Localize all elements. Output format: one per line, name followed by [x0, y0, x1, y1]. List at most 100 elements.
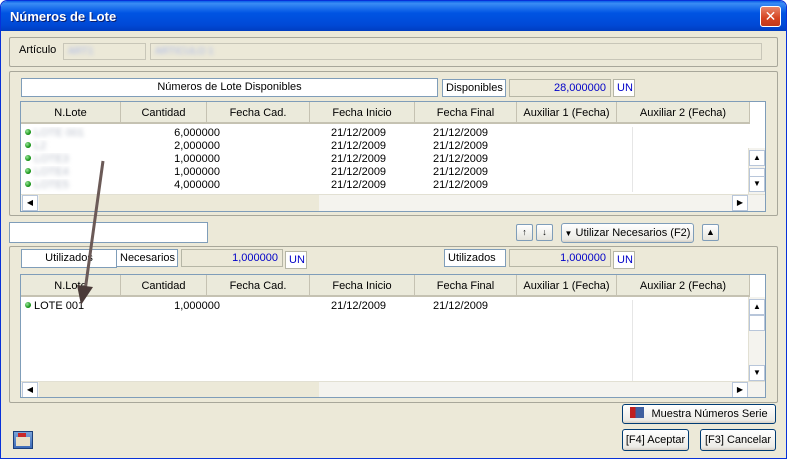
scroll-up-icon[interactable]: ▲ — [749, 150, 765, 166]
disponibles-label-text: Disponibles — [446, 82, 503, 94]
col-fecha-inicio[interactable]: Fecha Inicio — [310, 275, 415, 297]
used-vertical-scrollbar[interactable]: ▲ ▼ — [748, 297, 765, 383]
fecha-inicio-cell: 21/12/2009 — [331, 166, 387, 178]
status-dot-icon — [25, 155, 31, 161]
articulo-label: Artículo — [19, 44, 57, 56]
table-row[interactable]: LOTE3 1,000000 21/12/2009 21/12/2009 — [21, 153, 633, 166]
dropdown-arrow-icon: ▼ — [564, 229, 573, 238]
necesarios-label: Necesarios — [116, 249, 178, 267]
chevron-up-icon: ▲ — [706, 227, 715, 237]
lot-search-input[interactable] — [9, 222, 208, 243]
col-auxiliar-2[interactable]: Auxiliar 2 (Fecha) — [617, 102, 750, 124]
aux1-cell — [533, 300, 633, 384]
articulo-code: ART1 — [68, 46, 94, 57]
necesarios-unit: UN — [285, 251, 307, 269]
lote-cell: LOTE5 — [34, 179, 69, 191]
title-bar: Números de Lote ✕ — [1, 1, 786, 31]
table-row[interactable]: LOTE 001 1,000000 21/12/2009 21/12/2009 — [21, 300, 633, 384]
table-row[interactable]: L2 2,000000 21/12/2009 21/12/2009 — [21, 140, 633, 153]
col-nlote[interactable]: N.Lote — [21, 102, 121, 124]
col-auxiliar-1[interactable]: Auxiliar 1 (Fecha) — [517, 275, 617, 297]
aux1-cell — [533, 153, 633, 166]
scroll-left-icon[interactable]: ◀ — [22, 382, 38, 397]
collapse-button[interactable]: ▲ — [702, 224, 719, 241]
scroll-thumb[interactable] — [749, 315, 765, 331]
fecha-final-cell: 21/12/2009 — [433, 300, 489, 312]
used-lots-grid[interactable]: N.Lote Cantidad Fecha Cad. Fecha Inicio … — [20, 274, 766, 398]
available-lots-grid[interactable]: N.Lote Cantidad Fecha Cad. Fecha Inicio … — [20, 101, 766, 212]
table-row[interactable]: LOTE4 1,000000 21/12/2009 21/12/2009 — [21, 166, 633, 179]
table-row[interactable]: LOTE5 4,000000 21/12/2009 21/12/2009 — [21, 179, 633, 192]
utilizados-unit: UN — [613, 251, 635, 269]
tab-utilizados-label: Utilizados — [45, 252, 93, 264]
lote-cell: LOTE3 — [34, 153, 69, 165]
scroll-left-icon[interactable]: ◀ — [22, 195, 38, 211]
scroll-right-icon[interactable]: ▶ — [732, 195, 748, 211]
col-auxiliar-1[interactable]: Auxiliar 1 (Fecha) — [517, 102, 617, 124]
scroll-thumb[interactable] — [39, 382, 319, 397]
scroll-thumb[interactable] — [39, 195, 319, 211]
available-horizontal-scrollbar[interactable]: ◀ ▶ — [21, 194, 765, 211]
use-necessary-label: Utilizar Necesarios (F2) — [575, 227, 691, 239]
cancel-button[interactable]: [F3] Cancelar — [700, 429, 776, 451]
cantidad-cell: 2,000000 — [174, 140, 220, 152]
fecha-cad-cell — [222, 300, 327, 313]
fecha-inicio-cell: 21/12/2009 — [331, 127, 387, 139]
serial-numbers-icon — [630, 407, 645, 418]
show-serial-numbers-button[interactable]: Muestra Números Serie — [622, 404, 776, 424]
move-up-button[interactable]: ↑ — [516, 224, 533, 241]
col-fecha-final[interactable]: Fecha Final — [415, 102, 517, 124]
scroll-right-icon[interactable]: ▶ — [732, 382, 748, 397]
available-vertical-scrollbar[interactable]: ▲ ▼ — [748, 148, 765, 194]
aux1-cell — [533, 166, 633, 179]
cantidad-cell: 6,000000 — [174, 127, 220, 139]
aux1-cell — [533, 179, 633, 192]
col-cantidad[interactable]: Cantidad — [121, 275, 207, 297]
available-title-text: Números de Lote Disponibles — [157, 81, 302, 93]
fecha-cad-cell — [222, 153, 327, 166]
scroll-up-icon[interactable]: ▲ — [749, 299, 765, 315]
lote-cell: LOTE4 — [34, 166, 69, 178]
col-cantidad[interactable]: Cantidad — [121, 102, 207, 124]
status-dot-icon — [25, 181, 31, 187]
fecha-inicio-cell: 21/12/2009 — [331, 179, 387, 191]
articulo-description-field: ARTICULO 1 — [150, 43, 762, 60]
arrow-down-icon: ↓ — [542, 227, 547, 237]
use-necessary-button[interactable]: ▼ Utilizar Necesarios (F2) — [561, 223, 694, 243]
fecha-inicio-cell: 21/12/2009 — [331, 153, 387, 165]
col-fecha-cad[interactable]: Fecha Cad. — [207, 102, 310, 124]
cantidad-cell: 1,000000 — [174, 300, 220, 312]
available-lots-group: Números de Lote Disponibles Disponibles … — [9, 71, 778, 216]
available-title: Números de Lote Disponibles — [21, 78, 438, 97]
fecha-cad-cell — [222, 127, 327, 140]
used-horizontal-scrollbar[interactable]: ◀ ▶ — [21, 381, 765, 397]
status-dot-icon — [25, 142, 31, 148]
col-fecha-final[interactable]: Fecha Final — [415, 275, 517, 297]
cantidad-cell: 1,000000 — [174, 166, 220, 178]
lote-cell: L2 — [34, 140, 47, 152]
articulo-code-field: ART1 — [63, 43, 146, 60]
used-lots-group: Utilizados Necesarios 1,000000 UN Utiliz… — [9, 246, 778, 403]
utilizados-label: Utilizados — [444, 249, 506, 267]
status-dot-icon — [25, 302, 31, 308]
scroll-down-icon[interactable]: ▼ — [749, 365, 765, 381]
articulo-group: Artículo ART1 ARTICULO 1 — [9, 37, 778, 67]
aux1-cell — [533, 140, 633, 153]
col-auxiliar-2[interactable]: Auxiliar 2 (Fecha) — [617, 275, 750, 297]
col-fecha-inicio[interactable]: Fecha Inicio — [310, 102, 415, 124]
tab-utilizados[interactable]: Utilizados — [21, 249, 117, 268]
col-fecha-cad[interactable]: Fecha Cad. — [207, 275, 310, 297]
table-row[interactable]: LOTE 001 6,000000 21/12/2009 21/12/2009 — [21, 127, 633, 140]
cantidad-cell: 1,000000 — [174, 153, 220, 165]
calendar-icon[interactable] — [13, 431, 33, 449]
lote-cell: LOTE 001 — [34, 127, 85, 139]
status-dot-icon — [25, 168, 31, 174]
accept-button[interactable]: [F4] Aceptar — [622, 429, 689, 451]
close-button[interactable]: ✕ — [760, 6, 781, 27]
col-nlote[interactable]: N.Lote — [21, 275, 121, 297]
fecha-cad-cell — [222, 140, 327, 153]
scroll-down-icon[interactable]: ▼ — [749, 176, 765, 192]
move-down-button[interactable]: ↓ — [536, 224, 553, 241]
fecha-final-cell: 21/12/2009 — [433, 179, 489, 191]
lot-numbers-dialog: Números de Lote ✕ Artículo ART1 ARTICULO… — [0, 0, 787, 459]
